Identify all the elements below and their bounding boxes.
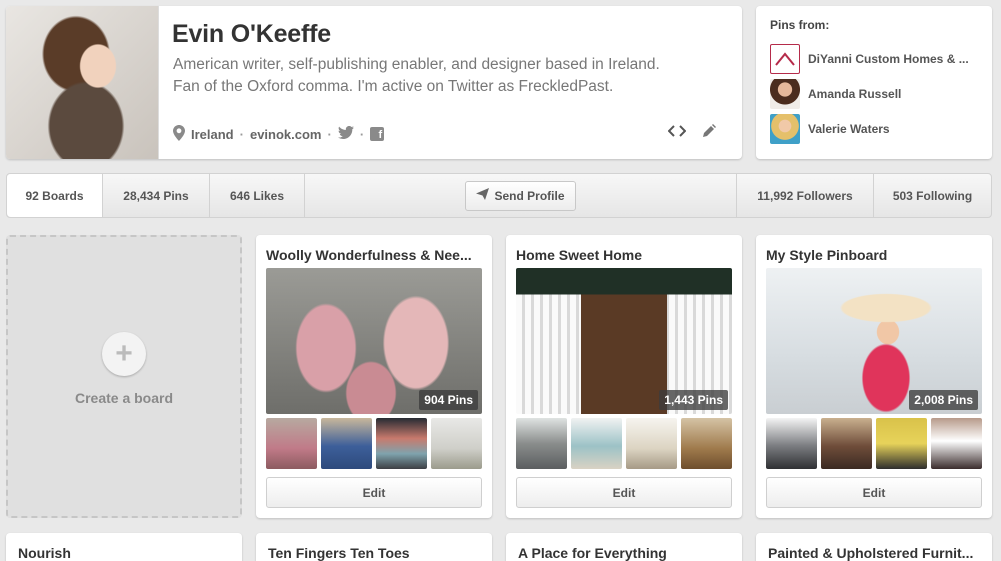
- profile-meta: Ireland · evinok.com · · f: [173, 124, 385, 144]
- board-card[interactable]: A Place for Everything: [506, 533, 742, 561]
- pins-from-source[interactable]: Amanda Russell: [770, 79, 978, 109]
- board-card[interactable]: Painted & Upholstered Furnit...: [756, 533, 992, 561]
- board-title[interactable]: My Style Pinboard: [766, 245, 982, 265]
- board-card[interactable]: Nourish: [6, 533, 242, 561]
- facebook-icon[interactable]: f: [370, 127, 385, 141]
- board-thumbnail: [376, 418, 427, 469]
- profile-location: Ireland: [191, 126, 234, 142]
- tab-followers[interactable]: 11,992 Followers: [736, 174, 873, 217]
- send-profile-label: Send Profile: [494, 188, 565, 203]
- edit-board-button[interactable]: Edit: [766, 477, 982, 508]
- board-card[interactable]: My Style Pinboard 2,008 Pins Edit: [756, 235, 992, 518]
- board-thumbnail: [266, 418, 317, 469]
- profile-name: Evin O'Keeffe: [172, 20, 331, 48]
- profile-avatar[interactable]: [6, 6, 159, 159]
- board-thumbnails: [516, 418, 732, 469]
- profile-actions: [667, 124, 716, 142]
- board-title[interactable]: Ten Fingers Ten Toes: [268, 543, 480, 561]
- board-thumbnail: [626, 418, 677, 469]
- board-thumbnail: [431, 418, 482, 469]
- pin-count-badge: 904 Pins: [419, 390, 478, 410]
- plus-icon: +: [102, 331, 146, 376]
- profile-bio: American writer, self-publishing enabler…: [173, 54, 733, 98]
- pin-count-badge: 2,008 Pins: [909, 390, 978, 410]
- board-thumbnails: [766, 418, 982, 469]
- source-thumbnail: [770, 44, 800, 74]
- pins-from-source[interactable]: DiYanni Custom Homes & ...: [770, 44, 978, 74]
- board-thumbnail: [516, 418, 567, 469]
- board-thumbnail: [571, 418, 622, 469]
- edit-board-button[interactable]: Edit: [516, 477, 732, 508]
- stats-spacer: Send Profile: [305, 174, 736, 217]
- pin-count-badge: 1,443 Pins: [659, 390, 728, 410]
- pins-from-title: Pins from:: [770, 18, 830, 32]
- twitter-icon[interactable]: [337, 125, 354, 142]
- source-name: DiYanni Custom Homes & ...: [808, 52, 969, 66]
- map-pin-icon: [173, 124, 185, 144]
- create-board-label: Create a board: [74, 389, 174, 406]
- tab-following[interactable]: 503 Following: [873, 174, 991, 217]
- board-card[interactable]: Ten Fingers Ten Toes: [256, 533, 492, 561]
- edit-board-button[interactable]: Edit: [266, 477, 482, 508]
- profile-card: Evin O'Keeffe American writer, self-publ…: [6, 6, 742, 159]
- board-card[interactable]: Woolly Wonderfulness & Nee... 904 Pins E…: [256, 235, 492, 518]
- board-thumbnail: [876, 418, 927, 469]
- meta-separator: ·: [239, 126, 244, 142]
- board-title[interactable]: Home Sweet Home: [516, 245, 732, 265]
- profile-bio-line-1: American writer, self-publishing enabler…: [173, 56, 660, 73]
- tab-boards[interactable]: 92 Boards: [7, 174, 103, 217]
- create-board-tile[interactable]: + Create a board: [6, 235, 242, 518]
- board-thumbnails: [266, 418, 482, 469]
- profile-website-link[interactable]: evinok.com: [250, 127, 322, 142]
- board-thumbnail: [931, 418, 982, 469]
- source-name: Amanda Russell: [808, 87, 902, 101]
- pins-from-card: Pins from: DiYanni Custom Homes & ... Am…: [756, 6, 992, 159]
- source-thumbnail: [770, 79, 800, 109]
- source-thumbnail: [770, 114, 800, 144]
- paper-plane-icon: [476, 188, 490, 203]
- board-card[interactable]: Home Sweet Home 1,443 Pins Edit: [506, 235, 742, 518]
- board-thumbnail: [766, 418, 817, 469]
- board-title[interactable]: A Place for Everything: [518, 543, 730, 561]
- board-thumbnail: [821, 418, 872, 469]
- pins-from-source[interactable]: Valerie Waters: [770, 114, 978, 144]
- board-cover-image[interactable]: 2,008 Pins: [766, 268, 982, 414]
- meta-separator: ·: [327, 126, 332, 142]
- board-cover-image[interactable]: 1,443 Pins: [516, 268, 732, 414]
- profile-stats-bar: 92 Boards 28,434 Pins 646 Likes Send Pro…: [6, 173, 992, 218]
- source-name: Valerie Waters: [808, 122, 890, 136]
- send-profile-button[interactable]: Send Profile: [465, 180, 576, 211]
- board-thumbnail: [321, 418, 372, 469]
- board-title[interactable]: Painted & Upholstered Furnit...: [768, 543, 980, 561]
- board-thumbnail: [681, 418, 732, 469]
- board-cover-image[interactable]: 904 Pins: [266, 268, 482, 414]
- meta-separator: ·: [359, 126, 365, 142]
- tab-pins[interactable]: 28,434 Pins: [103, 174, 210, 217]
- tab-likes[interactable]: 646 Likes: [210, 174, 305, 217]
- profile-bio-line-2: Fan of the Oxford comma. I'm active on T…: [173, 78, 614, 95]
- pencil-icon[interactable]: [702, 124, 716, 142]
- board-title[interactable]: Nourish: [18, 543, 230, 561]
- embed-code-icon[interactable]: [667, 124, 687, 142]
- board-title[interactable]: Woolly Wonderfulness & Nee...: [266, 245, 482, 265]
